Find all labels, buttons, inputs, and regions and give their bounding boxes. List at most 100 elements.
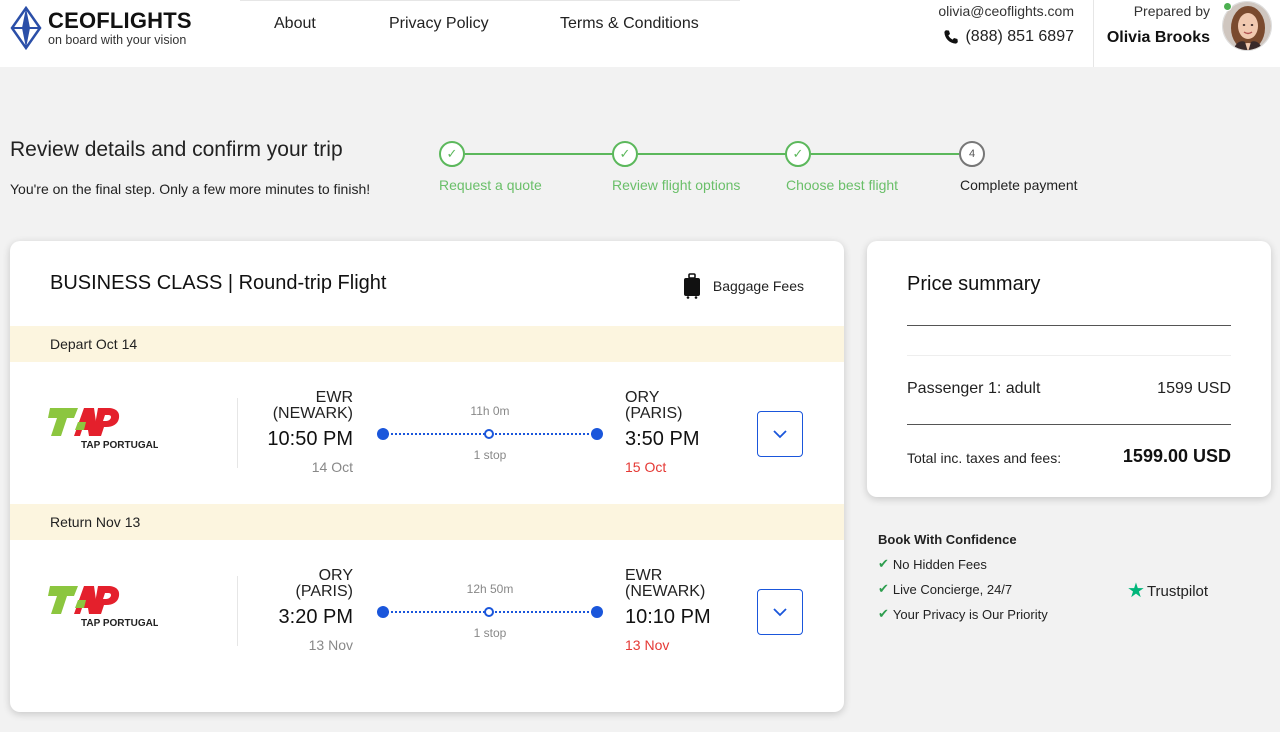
step-1-check-icon: ✓	[439, 141, 465, 167]
contact-phone[interactable]: (888) 851 6897	[938, 28, 1074, 46]
airline-name: TAP PORTUGAL	[81, 440, 158, 451]
agent-name: Olivia Brooks	[1106, 29, 1210, 46]
check-icon: ✔	[878, 556, 889, 571]
expand-return-button[interactable]	[757, 589, 803, 635]
origin-dot-icon	[377, 606, 389, 618]
departure-time: 3:20 PM	[278, 606, 353, 628]
arrival-time: 10:10 PM	[625, 606, 711, 628]
price-divider	[907, 325, 1231, 326]
page-title: Review details and confirm your trip	[10, 138, 343, 161]
arrival-info: EWR (NEWARK) 10:10 PM 13 Nov	[625, 567, 745, 654]
expand-outbound-button[interactable]	[757, 411, 803, 457]
online-status-dot	[1223, 2, 1232, 11]
arrival-city: (NEWARK)	[625, 583, 706, 600]
arrival-code: ORY	[625, 389, 660, 406]
departure-time: 10:50 PM	[267, 428, 353, 450]
departure-info: EWR (NEWARK) 10:50 PM 14 Oct	[250, 389, 353, 476]
luggage-icon	[683, 273, 700, 299]
plane-logo-icon	[10, 6, 42, 50]
departure-date: 13 Nov	[308, 637, 353, 653]
top-header: CEOFLIGHTS on board with your vision Abo…	[0, 0, 1280, 67]
return-date-label: Return Nov 13	[50, 514, 141, 530]
nav-privacy-policy[interactable]: Privacy Policy	[389, 15, 489, 33]
flight-details-card: BUSINESS CLASS | Round-trip Flight Bagga…	[10, 241, 844, 712]
step-label-review-options: Review flight options	[612, 177, 741, 193]
step-connector	[811, 153, 959, 155]
confidence-item-label: Your Privacy is Our Priority	[892, 606, 1048, 622]
segment-divider	[237, 576, 238, 646]
segment-divider	[237, 398, 238, 468]
price-divider-light	[907, 355, 1231, 356]
return-band: Return Nov 13	[10, 504, 844, 540]
brand-name: CEOFLIGHTS	[48, 8, 192, 33]
book-with-confidence: Book With Confidence ✔ No Hidden Fees ✔ …	[878, 532, 1228, 622]
contact-info: olivia@ceoflights.com (888) 851 6897	[938, 2, 1074, 46]
departure-city: (NEWARK)	[272, 405, 353, 422]
contact-email[interactable]: olivia@ceoflights.com	[938, 2, 1074, 20]
step-label-choose-flight: Choose best flight	[786, 177, 899, 193]
phone-icon	[944, 30, 959, 44]
confidence-title: Book With Confidence	[878, 532, 1017, 547]
destination-dot-icon	[591, 428, 603, 440]
arrival-city: (PARIS)	[625, 405, 683, 422]
confidence-item-label: Live Concierge, 24/7	[892, 581, 1013, 597]
confidence-item-label: No Hidden Fees	[892, 556, 987, 572]
destination-dot-icon	[591, 606, 603, 618]
baggage-fees-link[interactable]: Baggage Fees	[683, 273, 804, 299]
stop-count: 1 stop	[473, 448, 507, 462]
step-label-request-quote: Request a quote	[439, 177, 542, 193]
departure-info: ORY (PARIS) 3:20 PM 13 Nov	[250, 568, 353, 654]
origin-dot-icon	[377, 428, 389, 440]
confidence-item: ✔ Your Privacy is Our Priority	[878, 606, 1228, 622]
chevron-down-icon	[773, 429, 787, 438]
check-icon: ✔	[878, 581, 889, 596]
trustpilot-label: Trustpilot	[1146, 582, 1209, 600]
return-segment: TAP PORTUGAL ORY (PARIS) 3:20 PM 13 Nov …	[10, 540, 844, 680]
nav-about[interactable]: About	[274, 15, 316, 33]
arrival-code: EWR	[625, 567, 663, 584]
step-connector	[638, 153, 786, 155]
progress-stepper: ✓ ✓ ✓ 4 Request a quote Review flight op…	[430, 140, 1110, 200]
step-label-complete-payment: Complete payment	[960, 177, 1078, 193]
arrival-time: 3:50 PM	[625, 428, 700, 450]
header-divider	[1093, 0, 1094, 67]
nav-terms-conditions[interactable]: Terms & Conditions	[560, 15, 699, 33]
arrival-date: 15 Oct	[625, 459, 667, 475]
passenger-price-row: Passenger 1: adult 1599 USD	[907, 380, 1231, 398]
prepared-by: Prepared by Olivia Brooks	[1100, 2, 1210, 47]
tap-portugal-logo-icon: TAP PORTUGAL	[48, 586, 158, 629]
phone-number: (888) 851 6897	[965, 28, 1074, 45]
price-summary-title: Price summary	[907, 273, 1041, 295]
step-3-check-icon: ✓	[785, 141, 811, 167]
arrival-date: 13 Nov	[625, 637, 670, 653]
flight-card-title: BUSINESS CLASS | Round-trip Flight	[50, 272, 387, 294]
trustpilot-badge[interactable]: ★ Trustpilot	[1127, 581, 1208, 601]
depart-date-label: Depart Oct 14	[50, 336, 138, 352]
step-connector	[465, 153, 613, 155]
outbound-segment: TAP PORTUGAL EWR (NEWARK) 10:50 PM 14 Oc…	[10, 362, 844, 502]
tap-portugal-logo-icon: TAP PORTUGAL	[48, 408, 158, 451]
passenger-label: Passenger 1: adult	[907, 380, 1041, 397]
flight-duration: 12h 50m	[466, 582, 514, 596]
stop-count: 1 stop	[473, 626, 507, 640]
baggage-fees-label: Baggage Fees	[712, 278, 804, 294]
stop-dot-icon	[484, 429, 494, 439]
depart-band: Depart Oct 14	[10, 326, 844, 362]
total-price-row: Total inc. taxes and fees: 1599.00 USD	[907, 446, 1231, 467]
departure-code: EWR	[315, 389, 353, 406]
route-timeline: 11h 0m 1 stop	[375, 402, 605, 462]
brand-tagline: on board with your vision	[48, 33, 187, 47]
chevron-down-icon	[773, 607, 787, 616]
step-4-number: 4	[959, 141, 985, 167]
flight-duration: 11h 0m	[470, 404, 510, 418]
brand-logo[interactable]: CEOFLIGHTS on board with your vision	[10, 5, 210, 51]
stop-dot-icon	[484, 607, 494, 617]
total-price: 1599.00 USD	[1122, 446, 1231, 466]
main-nav: About Privacy Policy Terms & Conditions	[240, 0, 740, 48]
total-label: Total inc. taxes and fees:	[907, 450, 1062, 466]
confidence-item: ✔ No Hidden Fees	[878, 556, 1228, 572]
step-2-check-icon: ✓	[612, 141, 638, 167]
airline-name: TAP PORTUGAL	[81, 618, 158, 629]
price-divider	[907, 424, 1231, 425]
departure-date: 14 Oct	[311, 459, 353, 475]
